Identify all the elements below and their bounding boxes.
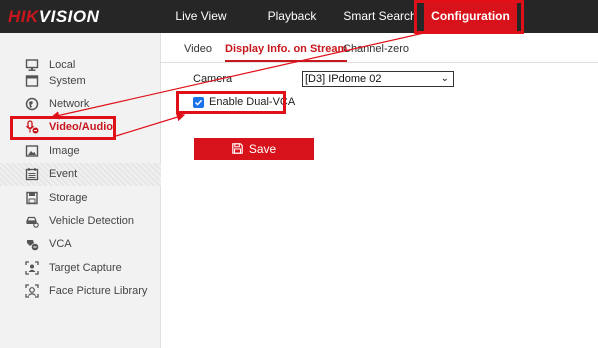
camera-select[interactable]: [D3] IPdome 02 ⌄	[302, 71, 454, 87]
save-disk-icon	[232, 143, 243, 155]
sidebar-item-label: Storage	[49, 192, 88, 204]
target-capture-icon	[25, 261, 39, 275]
sidebar-item-vehicle-detection[interactable]: Vehicle Detection	[0, 210, 161, 233]
face-library-icon	[25, 284, 39, 298]
vehicle-icon	[26, 216, 39, 228]
nav-live-view[interactable]: Live View	[175, 0, 227, 33]
nav-smart-search[interactable]: Smart Search	[341, 0, 419, 33]
chevron-down-icon: ⌄	[440, 73, 449, 84]
sidebar-item-network[interactable]: Network	[0, 93, 161, 116]
logo-hik-text: HIK	[8, 7, 39, 26]
sidebar-item-event[interactable]: Event	[0, 163, 161, 186]
globe-icon	[25, 97, 39, 111]
sidebar-item-label: System	[49, 75, 86, 87]
save-button-label: Save	[248, 142, 277, 156]
sidebar-item-label: VCA	[49, 238, 72, 250]
camera-label: Camera	[193, 73, 233, 85]
config-tabs: Video Display Info. on Stream Channel-ze…	[161, 33, 598, 63]
vca-icon	[27, 240, 39, 251]
highlight-configuration-box	[414, 0, 524, 34]
sidebar-item-vca[interactable]: VCA	[0, 233, 161, 256]
highlight-video-audio-box	[10, 116, 116, 140]
sidebar-item-target-capture[interactable]: Target Capture	[0, 257, 161, 280]
sidebar-item-system[interactable]: System	[0, 70, 161, 93]
sidebar-item-label: Target Capture	[49, 262, 122, 274]
tab-channel-zero[interactable]: Channel-zero	[343, 43, 409, 55]
logo-vision-text: VISION	[38, 7, 100, 26]
highlight-dual-vca-box	[176, 91, 286, 114]
hikvision-logo: HIKVISION	[8, 7, 99, 27]
tab-video[interactable]: Video	[184, 43, 212, 55]
storage-icon	[26, 191, 38, 205]
nav-playback[interactable]: Playback	[262, 0, 322, 33]
sidebar-item-label: Network	[49, 98, 90, 110]
tab-display-info-on-stream[interactable]: Display Info. on Stream	[225, 43, 348, 62]
sidebar-item-label: Event	[49, 168, 78, 180]
sidebar-item-image[interactable]: Image	[0, 140, 161, 163]
sidebar-item-label: Face Picture Library	[49, 285, 148, 297]
save-button[interactable]: Save	[194, 138, 314, 160]
image-icon	[25, 145, 39, 157]
window-icon	[25, 75, 39, 87]
calendar-icon	[25, 168, 39, 181]
camera-select-value: [D3] IPdome 02	[305, 73, 382, 85]
sidebar-item-label: Image	[49, 145, 80, 157]
sidebar-item-storage[interactable]: Storage	[0, 187, 161, 210]
sidebar-item-label: Vehicle Detection	[49, 215, 134, 227]
config-sidebar: Local System Network Video/Audio Image E…	[0, 33, 161, 348]
sidebar-item-face-picture-library[interactable]: Face Picture Library	[0, 280, 161, 303]
